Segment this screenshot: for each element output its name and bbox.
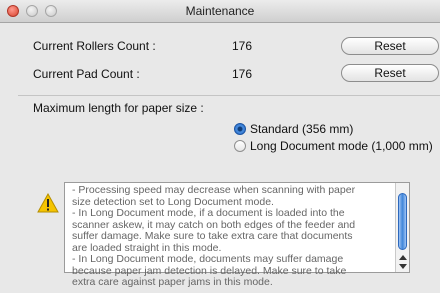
rollers-count-label: Current Rollers Count : [33, 39, 156, 53]
reset-rollers-button[interactable]: Reset [341, 37, 439, 55]
radio-standard-label[interactable]: Standard (356 mm) [250, 122, 353, 136]
warning-text: - Processing speed may decrease when sca… [72, 184, 394, 289]
scroll-down-arrow-icon[interactable] [399, 264, 407, 269]
warning-line: suffer damage. Make sure to take extra c… [72, 230, 353, 242]
radio-standard[interactable] [234, 123, 246, 135]
scrollbar[interactable] [395, 183, 409, 272]
scrollbar-thumb[interactable] [398, 193, 407, 250]
warning-line: - In Long Document mode, documents may s… [72, 253, 344, 265]
title-bar[interactable]: Maintenance [0, 0, 440, 23]
paper-size-label: Maximum length for paper size : [33, 101, 204, 115]
maintenance-window: Maintenance Current Rollers Count : 176 … [0, 0, 440, 293]
rollers-count-value: 176 [232, 39, 253, 53]
warning-icon [37, 193, 59, 213]
pad-count-value: 176 [232, 67, 253, 81]
warning-line: - In Long Document mode, if a document i… [72, 207, 345, 219]
radio-long-document-label[interactable]: Long Document mode (1,000 mm) [250, 139, 433, 153]
warning-text-area[interactable]: - Processing speed may decrease when sca… [64, 182, 410, 288]
reset-pad-button[interactable]: Reset [341, 64, 439, 82]
window-title: Maintenance [185, 4, 255, 18]
scroll-up-arrow-icon[interactable] [399, 255, 407, 260]
warning-line: - Processing speed may decrease when sca… [72, 184, 356, 196]
pad-count-label: Current Pad Count : [33, 67, 140, 81]
section-divider [18, 95, 440, 96]
radio-long-document[interactable] [234, 140, 246, 152]
warning-line: extra care against paper jams in this mo… [72, 276, 273, 288]
